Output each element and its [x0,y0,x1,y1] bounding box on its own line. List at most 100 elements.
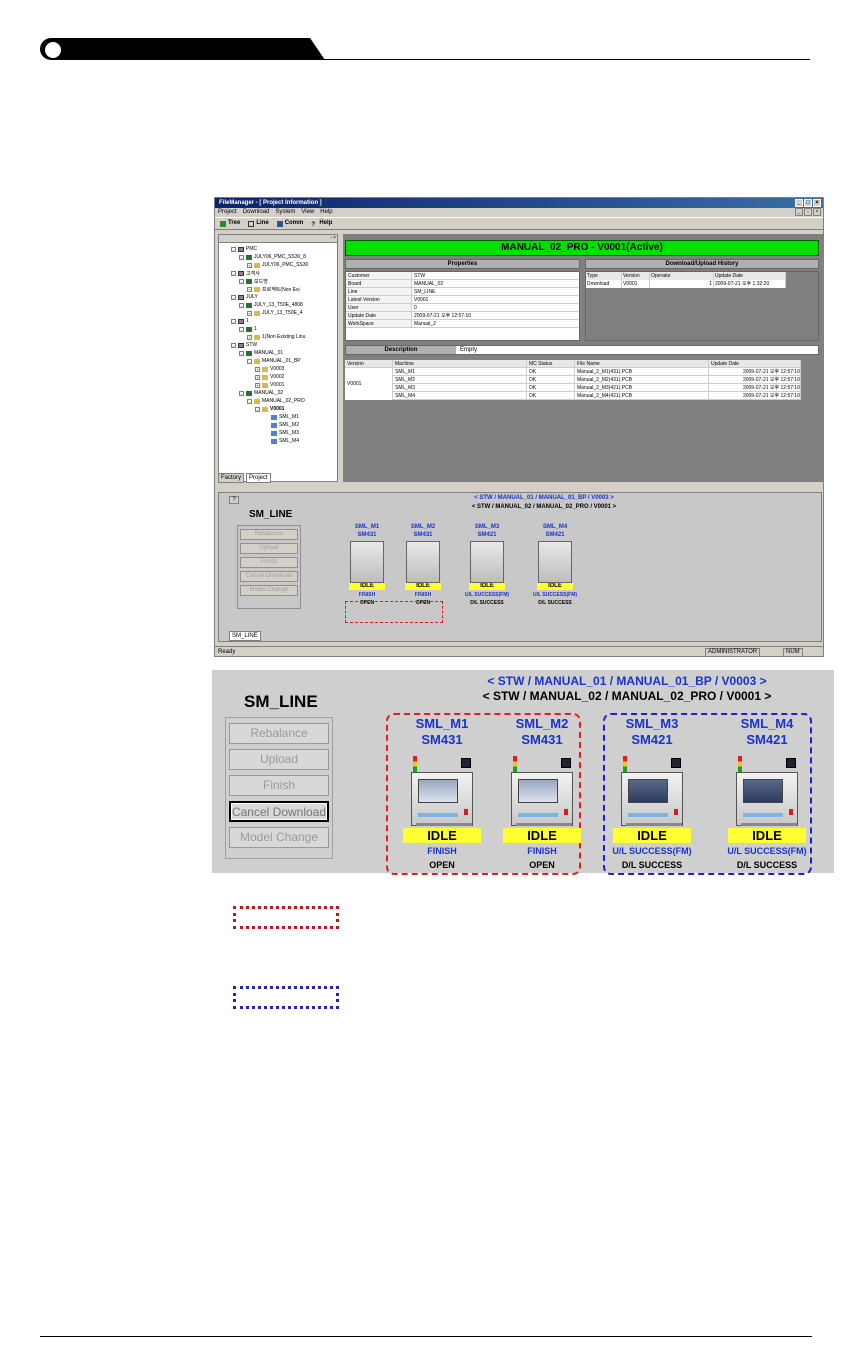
tree-node[interactable]: + JULY06_PMC_SS30 [247,262,308,268]
upload-button[interactable]: Upload [229,749,329,770]
zoom-machine-m1[interactable]: SML_M1 SM431 IDLE FINISH OPEN [392,716,492,870]
machine-icon [538,541,572,583]
table-row[interactable]: SML_M1 OK Manual_2_M1(431).PCB 2009-07-21 오… [393,368,801,376]
tree-node[interactable]: - JULY_13_T50E_4808 [239,302,303,308]
model-change-button[interactable]: Model Change [229,827,329,848]
history-col: Version [622,272,650,280]
comm-button-label: Comm [284,220,304,226]
tree-node[interactable]: - JULY06_PMC_SS30_8 [239,254,306,260]
rebalance-button[interactable]: Rebalance [229,723,329,744]
table-row[interactable]: SML_M4 OK Manual_2_M4(421).PCB 2009-07-21 오… [393,392,801,400]
tree-node[interactable]: - MANUAL_02 [239,390,283,396]
factory-icon [238,342,244,348]
tree-node[interactable]: + V0001 [255,382,284,388]
child-minimize-icon[interactable]: _ [795,208,803,216]
menubar: Project Download System View Help _ ▫ × [215,208,823,217]
property-key: Line [346,288,412,295]
rebalance-button[interactable]: Rebalance [240,529,298,540]
menu-project[interactable]: Project [218,208,237,217]
tree-node[interactable]: + V0003 [255,366,284,372]
tree-node[interactable]: + JULY_13_T50E_4 [247,310,303,316]
tree-node-selected[interactable]: - V0001 [255,406,284,412]
property-value[interactable]: MANUAL_02 [412,280,579,287]
version-col: File Name [575,360,709,367]
machine-m3[interactable]: SML_M3 SM421 IDLE U/L SUCCESS(FM) D/L SU… [463,523,511,606]
close-icon[interactable]: × [813,199,821,207]
tab-sm-line[interactable]: SM_LINE [229,631,261,641]
menu-system[interactable]: System [275,208,295,217]
tree-node[interactable]: SML_M4 [271,438,299,444]
question-icon[interactable]: ? [229,496,239,504]
cancel-download-button[interactable]: Cancel Download [240,571,298,582]
tree-node[interactable]: - STW [231,342,257,348]
machine-icon [470,541,504,583]
project-tree[interactable]: ▫ × - PMC - JULY06_PMC_SS30_8 + JULY06_PMC_… [218,234,338,482]
tree-node[interactable]: - MANUAL_01 [239,350,283,356]
machine-status-2: OPEN [529,860,555,870]
tree-label: SML_M3 [279,430,300,436]
property-value[interactable]: 0 [412,304,579,311]
tree-label: 1(Non Existing Linu [262,334,306,340]
tree-node[interactable]: - 고객사 [231,270,260,277]
cancel-download-button[interactable]: Cancel Download [229,801,329,822]
board-icon [254,287,260,292]
tab-factory[interactable]: Factory [218,473,245,483]
help-button[interactable]: ? Help [309,220,334,228]
line-button[interactable]: Line [246,220,270,227]
tree-node[interactable]: -1 [239,326,257,332]
machine-state: IDLE [469,583,505,590]
machine-m1[interactable]: SML_M1 SM431 IDLE FINISH OPEN [343,523,391,606]
version-table-header: Version Machine MC Status File Name Upda… [345,360,801,368]
description-value[interactable]: Empty [460,346,477,354]
tree-node[interactable]: SML_M1 [271,414,299,420]
table-row[interactable]: SML_M2 OK Manual_2_M2(431).PCB 2009-07-21 오… [393,376,801,384]
menu-help[interactable]: Help [320,208,332,217]
finish-highlight-box [345,601,443,623]
machine-icon [271,414,277,420]
version-col: Update Date [709,360,801,367]
property-value[interactable]: SM_LINE [412,288,579,295]
property-value[interactable]: V0001 [412,296,579,303]
tree-pin-icon[interactable]: ▫ × [330,235,336,241]
tree-node[interactable]: -1 [231,318,249,324]
machine-m2[interactable]: SML_M2 SM431 IDLE FINISH OPEN [399,523,447,606]
zoom-machine-m3[interactable]: SML_M3 SM421 IDLE U/L SUCCESS(FM) D/L SU… [602,716,702,870]
tree-node[interactable]: SML_M3 [271,430,299,436]
tree-node[interactable]: + 프로젝트(Non Exi [247,286,300,293]
tree-node[interactable]: SML_M2 [271,422,299,428]
history-header: Download/Upload History [585,259,819,269]
tree-label: 1 [254,326,257,332]
tree-node[interactable]: - MANUAL_01_BP [247,358,301,364]
property-value[interactable]: Manual_2 [412,320,579,327]
tree-node[interactable]: - 보드명 [239,278,268,285]
property-value[interactable]: 2009-07-21 오후 12:57:10 [412,312,579,319]
tree-node[interactable]: +1(Non Existing Linu [247,334,305,340]
tree-button[interactable]: Tree [218,220,242,227]
property-value[interactable]: STW [412,272,579,279]
tree-node[interactable]: - PMC [231,246,257,252]
child-restore-icon[interactable]: ▫ [804,208,812,216]
child-close-icon[interactable]: × [813,208,821,216]
table-row[interactable]: SML_M3 OK Manual_2_M3(421).PCB 2009-07-21 오… [393,384,801,392]
date-cell: 2009-07-21 오후 12:57:10 [709,368,801,375]
maximize-icon[interactable]: □ [804,199,812,207]
tree-node[interactable]: - JULY [231,294,258,300]
upload-button[interactable]: Upload [240,543,298,554]
comm-button[interactable]: Comm [275,220,306,227]
zoom-machine-m2[interactable]: SML_M2 SM431 IDLE FINISH OPEN [492,716,592,870]
menu-view[interactable]: View [301,208,314,217]
line-title: SM_LINE [249,509,293,520]
machine-m4[interactable]: SML_M4 SM421 IDLE U/L SUCCESS(FM) D/L SU… [531,523,579,606]
tree-node[interactable]: - MANUAL_02_PRO [247,398,305,404]
zoom-machine-m4[interactable]: SML_M4 SM421 IDLE U/L SUCCESS(FM) D/L SU… [717,716,817,870]
history-row[interactable]: Download V0001 1 2009-07-21 오후 1:32:20 [586,280,786,288]
finish-button[interactable]: Finish [229,775,329,796]
model-change-button[interactable]: Model Change [240,585,298,596]
menu-download[interactable]: Download [243,208,270,217]
zoom-path-1: < STW / MANUAL_01 / MANUAL_01_BP / V0003… [487,674,767,688]
tree-node[interactable]: + V0002 [255,374,284,380]
minimize-icon[interactable]: _ [795,199,803,207]
tab-project[interactable]: Project [246,473,271,483]
date-cell: 2009-07-21 오후 12:57:10 [709,384,801,391]
finish-button[interactable]: Finish [240,557,298,568]
